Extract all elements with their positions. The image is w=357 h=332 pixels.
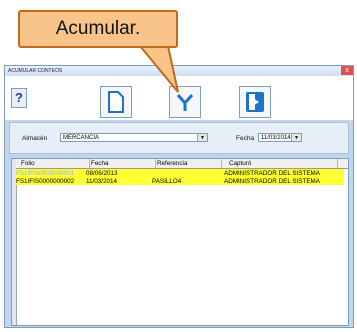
tooltip: Acumular. (18, 10, 178, 48)
tooltip-pointer (137, 45, 179, 93)
tooltip-text: Acumular. (55, 18, 141, 39)
